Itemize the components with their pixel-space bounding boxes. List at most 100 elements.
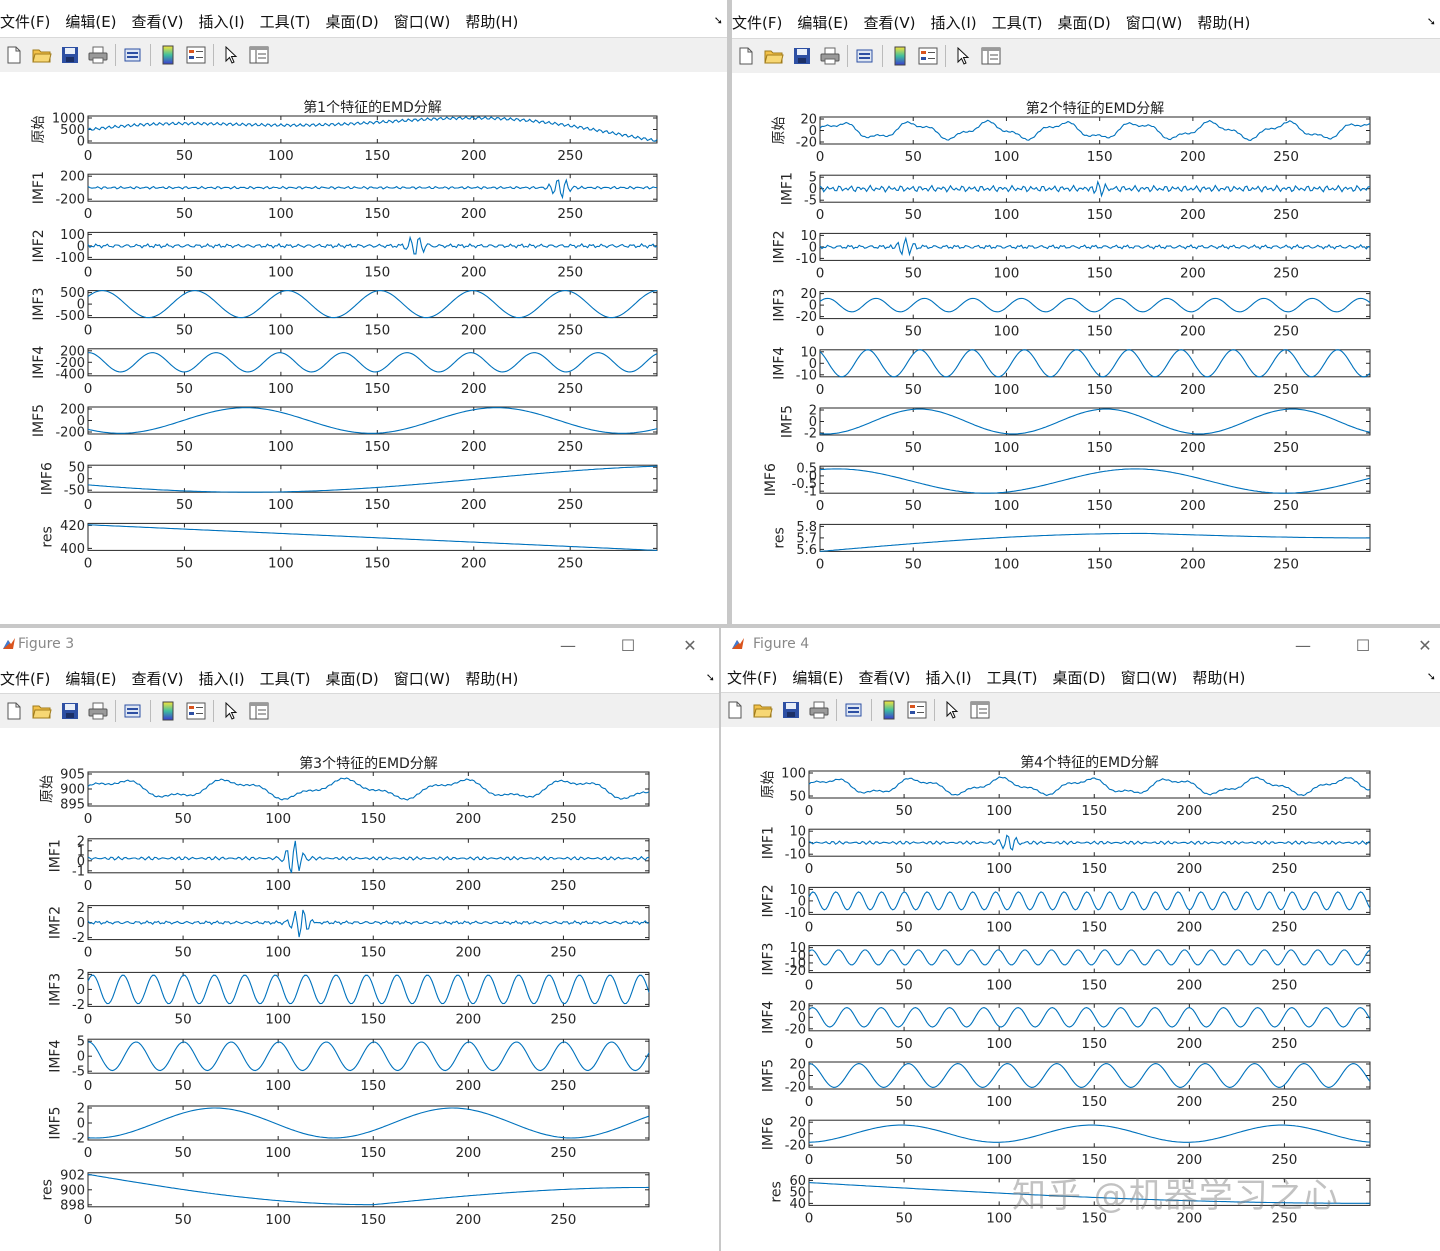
save-icon[interactable] (788, 42, 816, 70)
menu-item-6[interactable]: 窗口(W) (1121, 667, 1178, 688)
colorbar-icon[interactable] (154, 41, 182, 69)
x-tick-label: 50 (905, 498, 922, 514)
y-axis-label: 原始 (771, 117, 787, 145)
subplot-1: 0 50 100 150 200 25010050原始 (760, 767, 1371, 819)
open-folder-icon[interactable] (28, 41, 56, 69)
print-icon[interactable] (84, 697, 112, 725)
menu-item-0[interactable]: 文件(F) (727, 667, 777, 688)
pointer-arrow-icon[interactable] (949, 42, 977, 70)
y-tick-label: -10 (785, 848, 806, 863)
minimize-button[interactable]: — (548, 632, 588, 658)
pointer-arrow-icon[interactable] (938, 696, 966, 724)
x-tick-label: 100 (268, 555, 294, 571)
colorbar-icon[interactable] (875, 696, 903, 724)
legend-icon[interactable] (903, 696, 931, 724)
window-title-bar[interactable]: Figure 3 — ☐ ✕ (0, 628, 719, 662)
property-editor-icon[interactable] (966, 696, 994, 724)
property-editor-icon[interactable] (977, 42, 1005, 70)
menu-item-6[interactable]: 窗口(W) (1126, 12, 1183, 33)
x-tick-label: 50 (895, 1210, 912, 1226)
menu-item-1[interactable]: 编辑(E) (65, 11, 116, 32)
subplot-axes-box (819, 349, 1371, 378)
menu-item-6[interactable]: 窗口(W) (394, 11, 451, 32)
menu-item-5[interactable]: 桌面(D) (326, 668, 379, 689)
maximize-button[interactable]: ☐ (608, 632, 648, 658)
y-tick-label: -200 (55, 426, 85, 441)
save-icon[interactable] (777, 696, 805, 724)
menu-item-3[interactable]: 插入(I) (926, 667, 972, 688)
new-file-icon[interactable] (732, 42, 760, 70)
menu-item-6[interactable]: 窗口(W) (394, 668, 451, 689)
x-tick-label: 100 (265, 878, 291, 894)
save-icon[interactable] (56, 41, 84, 69)
menu-item-1[interactable]: 编辑(E) (797, 12, 848, 33)
pointer-arrow-icon[interactable] (217, 697, 245, 725)
dock-arrow-icon[interactable]: ➘ (706, 671, 715, 684)
menu-item-4[interactable]: 工具(T) (260, 11, 311, 32)
print-preview-icon[interactable] (840, 696, 868, 724)
pointer-arrow-icon[interactable] (217, 41, 245, 69)
open-folder-icon[interactable] (760, 42, 788, 70)
x-tick-label: 150 (1081, 803, 1107, 819)
menu-item-4[interactable]: 工具(T) (260, 668, 311, 689)
print-icon[interactable] (805, 696, 833, 724)
y-axis-label: IMF3 (760, 943, 776, 976)
menu-item-5[interactable]: 桌面(D) (326, 11, 379, 32)
menu-item-2[interactable]: 查看(V) (859, 667, 911, 688)
menu-item-7[interactable]: 帮助(H) (1192, 667, 1245, 688)
menu-item-0[interactable]: 文件(F) (0, 668, 50, 689)
menu-item-3[interactable]: 插入(I) (931, 12, 977, 33)
menu-item-7[interactable]: 帮助(H) (465, 668, 518, 689)
toolbar-separator (934, 699, 935, 721)
window-title-bar[interactable]: Figure 4 — ☐ ✕ (721, 628, 1440, 662)
x-tick-label: 250 (551, 1011, 577, 1027)
open-folder-icon[interactable] (28, 697, 56, 725)
new-file-icon[interactable] (0, 41, 28, 69)
menu-item-5[interactable]: 桌面(D) (1053, 667, 1106, 688)
menu-item-1[interactable]: 编辑(E) (792, 667, 843, 688)
close-button[interactable]: ✕ (670, 632, 710, 658)
new-file-icon[interactable] (721, 696, 749, 724)
save-icon[interactable] (56, 697, 84, 725)
menu-item-0[interactable]: 文件(F) (732, 12, 782, 33)
figure-window-3: Figure 3 — ☐ ✕ 文件(F) 编辑(E) 查看(V) 插入(I) 工具(T)… (0, 628, 719, 1251)
y-axis-label: IMF1 (760, 826, 776, 859)
dock-arrow-icon[interactable]: ➘ (1427, 15, 1436, 28)
legend-icon[interactable] (182, 41, 210, 69)
print-preview-icon[interactable] (851, 42, 879, 70)
dock-arrow-icon[interactable]: ➘ (1427, 670, 1436, 683)
property-editor-icon[interactable] (245, 697, 273, 725)
print-preview-icon[interactable] (119, 697, 147, 725)
menu-item-3[interactable]: 插入(I) (199, 11, 245, 32)
menu-item-2[interactable]: 查看(V) (864, 12, 916, 33)
property-editor-icon[interactable] (245, 41, 273, 69)
open-folder-icon[interactable] (749, 696, 777, 724)
menu-item-4[interactable]: 工具(T) (987, 667, 1038, 688)
menu-item-3[interactable]: 插入(I) (199, 668, 245, 689)
legend-icon[interactable] (914, 42, 942, 70)
x-tick-label: 200 (1176, 978, 1202, 994)
menu-item-0[interactable]: 文件(F) (0, 11, 50, 32)
minimize-button[interactable]: — (1283, 632, 1323, 658)
colorbar-icon[interactable] (154, 697, 182, 725)
y-tick-label: 895 (60, 798, 85, 813)
colorbar-icon[interactable] (886, 42, 914, 70)
x-tick-label: 50 (174, 1212, 191, 1228)
close-button[interactable]: ✕ (1405, 632, 1440, 658)
legend-icon[interactable] (182, 697, 210, 725)
dock-arrow-icon[interactable]: ➘ (714, 14, 723, 27)
print-preview-icon[interactable] (119, 41, 147, 69)
emd-figure-3: 第3个特征的EMD分解0 50 100 150 200 250905900895原始0 50… (39, 755, 650, 1228)
new-file-icon[interactable] (0, 697, 28, 725)
menu-item-2[interactable]: 查看(V) (132, 668, 184, 689)
menu-item-2[interactable]: 查看(V) (132, 11, 184, 32)
menu-item-5[interactable]: 桌面(D) (1058, 12, 1111, 33)
menu-item-1[interactable]: 编辑(E) (65, 668, 116, 689)
menu-item-7[interactable]: 帮助(H) (465, 11, 518, 32)
menu-item-7[interactable]: 帮助(H) (1197, 12, 1250, 33)
print-icon[interactable] (84, 41, 112, 69)
menu-item-4[interactable]: 工具(T) (992, 12, 1043, 33)
print-icon[interactable] (816, 42, 844, 70)
maximize-button[interactable]: ☐ (1343, 632, 1383, 658)
subplot-axes-box (808, 1003, 1371, 1032)
